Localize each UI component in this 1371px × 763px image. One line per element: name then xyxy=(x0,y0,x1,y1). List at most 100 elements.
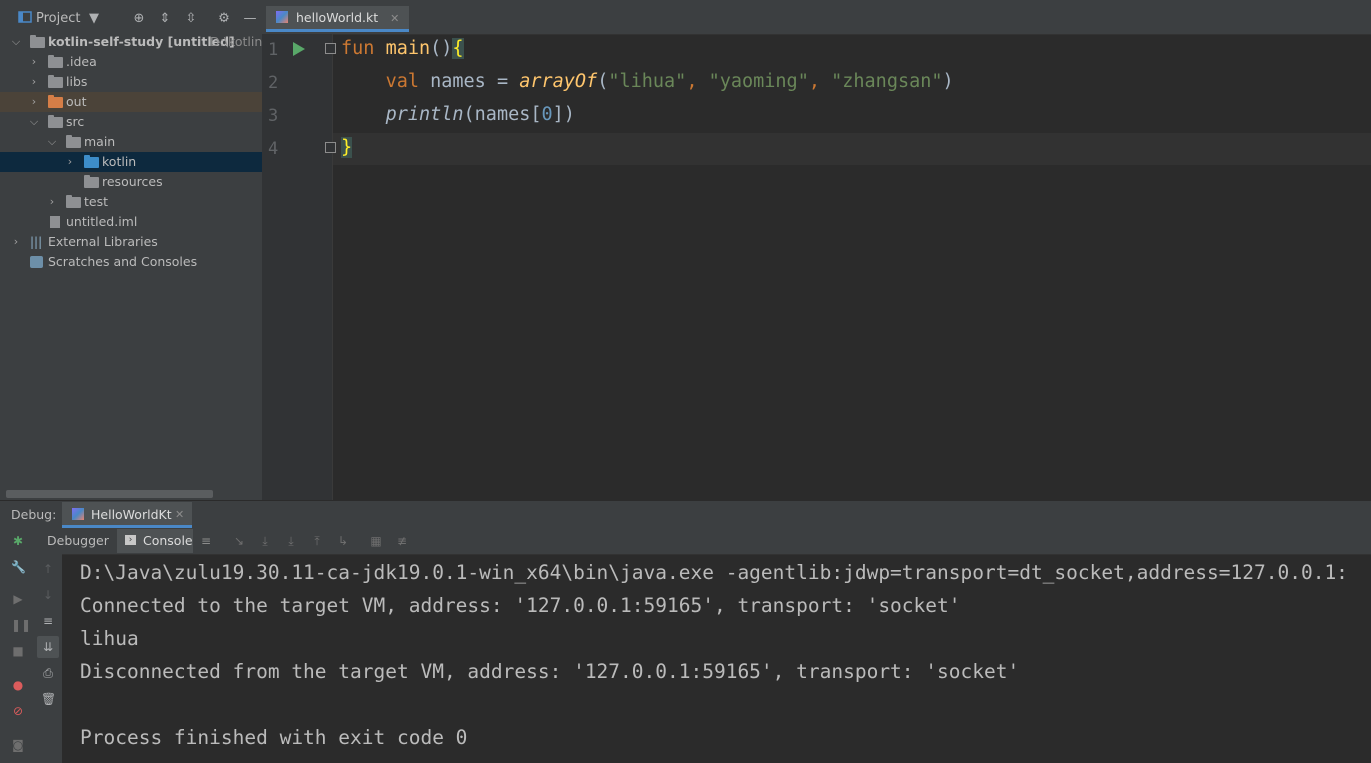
show-execution-point-icon[interactable]: ↘ xyxy=(232,534,246,548)
tree-item-main[interactable]: ⌵ main xyxy=(0,132,262,152)
tree-label: resources xyxy=(102,174,163,189)
code-token: { xyxy=(452,38,464,59)
tree-item-external-libraries[interactable]: › ||| External Libraries xyxy=(0,232,262,252)
tree-item-untitled-iml[interactable]: untitled.iml xyxy=(0,212,262,232)
tab-helloworld[interactable]: helloWorld.kt ✕ xyxy=(266,6,410,32)
horizontal-scrollbar[interactable] xyxy=(6,490,213,498)
tree-label: External Libraries xyxy=(48,234,158,249)
hide-icon[interactable]: — xyxy=(242,11,258,27)
expand-all-icon[interactable]: ⇕ xyxy=(157,11,173,27)
wrench-icon[interactable]: 🔧 xyxy=(11,560,26,574)
chevron-right-icon[interactable]: › xyxy=(47,192,57,212)
arrow-up-icon[interactable]: ↑ xyxy=(41,562,55,576)
tree-item-test[interactable]: › test xyxy=(0,192,262,212)
code-line-2[interactable]: val names = arrayOf("lihua", "yaoming", … xyxy=(341,71,954,92)
arrow-down-icon[interactable]: ↓ xyxy=(41,588,55,602)
tree-label: libs xyxy=(66,74,88,89)
chevron-right-icon[interactable]: › xyxy=(65,152,75,172)
folder-icon xyxy=(48,55,63,68)
resume-icon[interactable]: ▶ xyxy=(11,592,25,606)
trace-icon[interactable]: ≢ xyxy=(395,534,409,548)
project-view-title[interactable]: Project xyxy=(36,11,80,26)
folder-icon xyxy=(66,135,81,148)
tab-helloworldkt[interactable]: HelloWorldKt ✕ xyxy=(62,502,192,528)
chevron-right-icon[interactable]: › xyxy=(29,92,39,112)
iml-file-icon xyxy=(50,216,60,228)
code-line-1[interactable]: fun main(){ xyxy=(341,38,464,59)
debug-label: Debug: xyxy=(11,507,57,522)
chevron-right-icon[interactable]: › xyxy=(29,52,39,72)
chevron-right-icon[interactable]: › xyxy=(11,232,21,252)
console-line: lihua xyxy=(80,627,139,650)
fold-icon[interactable] xyxy=(325,43,336,54)
tree-item-libs[interactable]: › libs xyxy=(0,72,262,92)
collapse-all-icon[interactable]: ⇳ xyxy=(183,11,199,27)
menu-icon[interactable]: ≡ xyxy=(199,534,213,548)
print-icon[interactable]: ⎙ xyxy=(41,666,55,680)
code-token: , xyxy=(686,71,709,92)
tree-item-src[interactable]: ⌵ src xyxy=(0,112,262,132)
code-token: (names[ xyxy=(463,104,542,125)
scratches-icon xyxy=(30,256,43,268)
folder-icon xyxy=(48,75,63,88)
module-folder-icon xyxy=(30,35,45,48)
code-line-4[interactable]: } xyxy=(341,137,353,158)
project-view-icon xyxy=(17,11,33,27)
tree-label: main xyxy=(84,134,116,149)
camera-icon[interactable]: ◙ xyxy=(11,738,25,752)
tab-console[interactable]: › Console xyxy=(117,529,193,553)
tree-item-out[interactable]: › out xyxy=(0,92,262,112)
tree-path-hint: D:\kotlin- xyxy=(210,34,262,49)
project-panel: Project ▼ ⊕ ⇕ ⇳ ⚙ — ⌵ kotlin-self-study … xyxy=(0,0,262,500)
run-icon[interactable] xyxy=(293,42,305,56)
folder-icon xyxy=(66,195,81,208)
gear-icon[interactable]: ⚙ xyxy=(216,11,232,27)
evaluate-icon[interactable]: ▦ xyxy=(369,534,383,548)
tab-debugger[interactable]: Debugger xyxy=(47,533,109,548)
step-into-icon[interactable]: ⤓ xyxy=(284,534,298,548)
code-token: ( xyxy=(597,71,609,92)
fold-icon[interactable] xyxy=(325,142,336,153)
code-token: "lihua" xyxy=(608,71,687,92)
tree-label: out xyxy=(66,94,87,109)
tree-item-resources[interactable]: resources xyxy=(0,172,262,192)
line-number: 2 xyxy=(268,73,279,93)
current-line-highlight xyxy=(333,133,1371,165)
code-line-3[interactable]: println(names[0]) xyxy=(341,104,575,125)
debug-toolbar: Debugger › Console ≡ ↘ ⤓ ⤓ ⤒ ↳ ▦ ≢ xyxy=(0,528,1371,555)
console-output[interactable]: D:\Java\zulu19.30.11-ca-jdk19.0.1-win_x6… xyxy=(62,555,1371,763)
chevron-down-icon[interactable]: ⌵ xyxy=(29,112,39,132)
code-token: ]) xyxy=(552,104,575,125)
line-number: 3 xyxy=(268,106,279,126)
pause-icon[interactable]: ❚❚ xyxy=(11,618,31,632)
mute-breakpoints-icon[interactable]: ⊘ xyxy=(11,704,25,718)
code-token: fun xyxy=(341,38,375,59)
trash-icon[interactable]: 🗑 xyxy=(41,692,56,706)
close-icon[interactable]: ✕ xyxy=(175,508,184,521)
view-breakpoints-icon[interactable]: ● xyxy=(11,678,25,692)
console-line: Disconnected from the target VM, address… xyxy=(80,660,1020,683)
tab-label: HelloWorldKt xyxy=(91,507,172,522)
run-to-cursor-icon[interactable]: ↳ xyxy=(336,534,350,548)
tree-item-idea[interactable]: › .idea xyxy=(0,52,262,72)
chevron-right-icon[interactable]: › xyxy=(29,72,39,92)
code-token: println xyxy=(385,104,464,125)
locate-icon[interactable]: ⊕ xyxy=(131,11,147,27)
tree-item-scratches[interactable]: Scratches and Consoles xyxy=(0,252,262,272)
soft-wrap-icon[interactable]: ≡ xyxy=(41,614,55,628)
step-out-icon[interactable]: ⤒ xyxy=(310,534,324,548)
kotlin-run-config-icon xyxy=(72,508,84,520)
chevron-down-icon[interactable]: ▼ xyxy=(86,11,102,27)
step-over-icon[interactable]: ⤓ xyxy=(258,534,272,548)
debug-rerun-icon[interactable]: ✱ xyxy=(11,534,25,548)
chevron-down-icon[interactable]: ⌵ xyxy=(47,132,57,152)
tree-item-kotlin[interactable]: › kotlin xyxy=(0,152,262,172)
folder-icon xyxy=(48,115,63,128)
tree-label: kotlin xyxy=(102,154,137,169)
tree-item-project-root[interactable]: ⌵ kotlin-self-study [untitled] D:\kotlin… xyxy=(0,32,262,52)
console-line: Process finished with exit code 0 xyxy=(80,726,468,749)
scroll-to-end-toggle[interactable]: ⇊ xyxy=(37,636,59,658)
close-icon[interactable]: ✕ xyxy=(390,12,399,25)
stop-icon[interactable]: ■ xyxy=(11,644,25,658)
chevron-down-icon[interactable]: ⌵ xyxy=(11,32,21,52)
